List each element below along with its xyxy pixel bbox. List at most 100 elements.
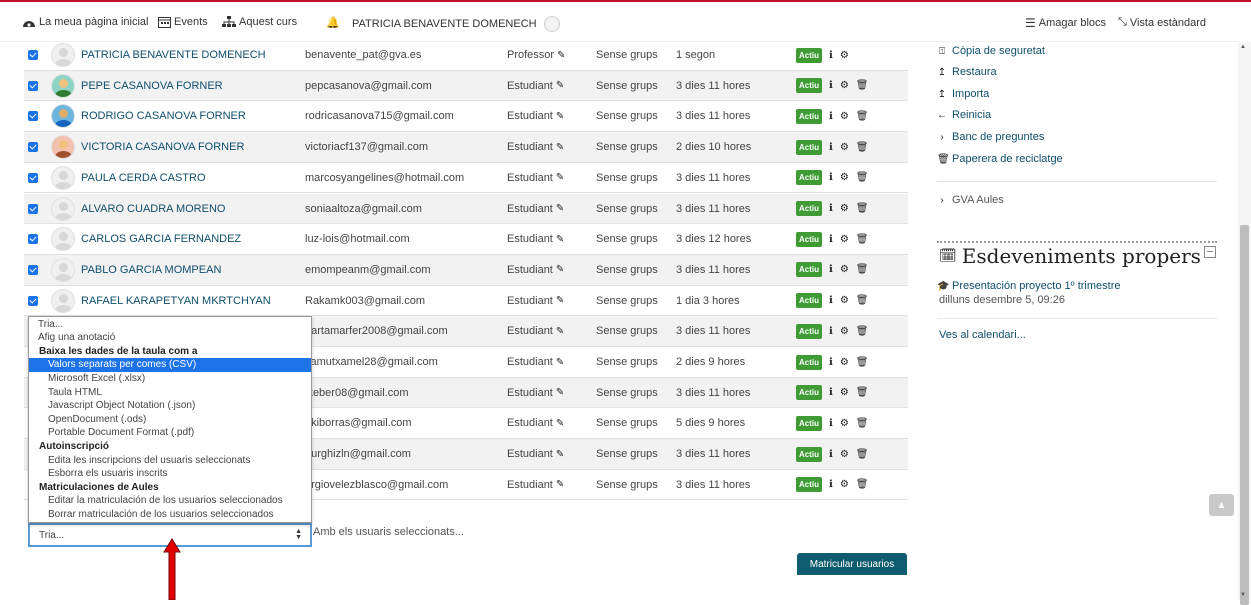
info-icon[interactable]: ℹ bbox=[829, 449, 833, 460]
participant-name[interactable]: VICTORIA CASANOVA FORNER bbox=[81, 132, 299, 162]
gear-icon[interactable]: ⚙ bbox=[840, 203, 849, 214]
participant-name[interactable]: CARLOS GARCIA FERNANDEZ bbox=[81, 224, 299, 254]
participant-role[interactable]: Estudiant ✎ bbox=[507, 255, 597, 285]
info-icon[interactable]: ℹ bbox=[829, 50, 833, 61]
enroll-users-button[interactable]: Matricular usuarios bbox=[797, 553, 907, 575]
info-icon[interactable]: ℹ bbox=[829, 387, 833, 398]
info-icon[interactable]: ℹ bbox=[829, 234, 833, 245]
sidebar-admin-item[interactable]: 🗑 Paperera de reciclatge bbox=[937, 153, 1063, 165]
gear-icon[interactable]: ⚙ bbox=[840, 295, 849, 306]
back-to-top-button[interactable]: ▲ bbox=[1209, 494, 1234, 516]
dropdown-option[interactable]: Borrar matriculación de los usuarios sel… bbox=[29, 508, 311, 522]
row-checkbox[interactable] bbox=[28, 286, 40, 316]
row-checkbox[interactable] bbox=[28, 224, 40, 254]
sidebar-admin-item[interactable]: ← Reinicia bbox=[937, 109, 991, 121]
dropdown-option[interactable]: Taula HTML bbox=[29, 386, 311, 400]
event-link[interactable]: 🎓 Presentación proyecto 1º trimestre bbox=[937, 280, 1120, 292]
pencil-icon[interactable]: ✎ bbox=[556, 203, 564, 214]
pencil-icon[interactable]: ✎ bbox=[556, 357, 564, 368]
participant-name[interactable]: PEPE CASANOVA FORNER bbox=[81, 71, 299, 101]
participant-name[interactable]: ALVARO CUADRA MORENO bbox=[81, 194, 299, 224]
info-icon[interactable]: ℹ bbox=[829, 418, 833, 429]
participant-name[interactable]: PATRICIA BENAVENTE DOMENECH bbox=[81, 40, 299, 70]
gear-icon[interactable]: ⚙ bbox=[840, 479, 849, 490]
pencil-icon[interactable]: ✎ bbox=[556, 387, 564, 398]
go-to-calendar-link[interactable]: Ves al calendari... bbox=[939, 329, 1026, 341]
gear-icon[interactable]: ⚙ bbox=[840, 264, 849, 275]
participant-role[interactable]: Estudiant ✎ bbox=[507, 378, 597, 408]
participant-role[interactable]: Estudiant ✎ bbox=[507, 439, 597, 469]
notifications-bell[interactable]: 🔔 bbox=[326, 16, 340, 29]
gear-icon[interactable]: ⚙ bbox=[840, 111, 849, 122]
pencil-icon[interactable]: ✎ bbox=[556, 295, 564, 306]
dropdown-option[interactable]: OpenDocument (.ods) bbox=[29, 413, 311, 427]
row-checkbox[interactable] bbox=[28, 132, 40, 162]
row-checkbox[interactable] bbox=[28, 255, 40, 285]
participant-role[interactable]: Professor ✎ bbox=[507, 40, 597, 70]
participant-role[interactable]: Estudiant ✎ bbox=[507, 316, 597, 346]
gva-aules-link[interactable]: › GVA Aules bbox=[937, 194, 1003, 206]
participant-name[interactable]: PAULA CERDA CASTRO bbox=[81, 163, 299, 193]
bulk-action-dropdown-list[interactable]: Tria... Afig una anotació Baixa les dades … bbox=[28, 316, 312, 523]
dropdown-option[interactable]: Microsoft Excel (.xlsx) bbox=[29, 372, 311, 386]
participant-role[interactable]: Estudiant ✎ bbox=[507, 194, 597, 224]
trash-icon[interactable]: 🗑 bbox=[856, 449, 869, 460]
trash-icon[interactable]: 🗑 bbox=[856, 295, 869, 306]
gear-icon[interactable]: ⚙ bbox=[840, 234, 849, 245]
pencil-icon[interactable]: ✎ bbox=[556, 479, 564, 490]
gear-icon[interactable]: ⚙ bbox=[840, 387, 849, 398]
row-checkbox[interactable] bbox=[28, 71, 40, 101]
pencil-icon[interactable]: ✎ bbox=[556, 80, 564, 91]
sidebar-admin-item[interactable]: ↥ Restaura bbox=[937, 66, 997, 78]
nav-events[interactable]: Events bbox=[158, 16, 208, 28]
row-checkbox[interactable] bbox=[28, 101, 40, 131]
gear-icon[interactable]: ⚙ bbox=[840, 50, 849, 61]
trash-icon[interactable]: 🗑 bbox=[856, 234, 869, 245]
user-menu[interactable]: PATRICIA BENAVENTE DOMENECH bbox=[352, 16, 560, 32]
participant-role[interactable]: Estudiant ✎ bbox=[507, 163, 597, 193]
hide-blocks-button[interactable]: ☰ Amagar blocs bbox=[1025, 16, 1106, 30]
participant-name[interactable]: RODRIGO CASANOVA FORNER bbox=[81, 101, 299, 131]
trash-icon[interactable]: 🗑 bbox=[856, 357, 869, 368]
pencil-icon[interactable]: ✎ bbox=[556, 326, 564, 337]
gear-icon[interactable]: ⚙ bbox=[840, 172, 849, 183]
dropdown-option[interactable]: Valors separats per comes (CSV) bbox=[29, 358, 311, 372]
dropdown-option[interactable]: Afig una anotació bbox=[29, 331, 311, 345]
nav-home[interactable]: La meua pàgina inicial bbox=[22, 16, 148, 28]
pencil-icon[interactable]: ✎ bbox=[556, 449, 564, 460]
info-icon[interactable]: ℹ bbox=[829, 203, 833, 214]
participant-role[interactable]: Estudiant ✎ bbox=[507, 71, 597, 101]
dropdown-option[interactable]: Portable Document Format (.pdf) bbox=[29, 426, 311, 440]
page-scrollbar[interactable]: ▲ ▼ bbox=[1238, 42, 1251, 605]
info-icon[interactable]: ℹ bbox=[829, 326, 833, 337]
row-checkbox[interactable] bbox=[28, 40, 40, 70]
participant-role[interactable]: Estudiant ✎ bbox=[507, 347, 597, 377]
pencil-icon[interactable]: ✎ bbox=[556, 418, 564, 429]
info-icon[interactable]: ℹ bbox=[829, 142, 833, 153]
participant-role[interactable]: Estudiant ✎ bbox=[507, 408, 597, 438]
sidebar-admin-item[interactable]: ↥ Importa bbox=[937, 88, 990, 100]
dropdown-option[interactable]: Esborra els usuaris inscrits bbox=[29, 467, 311, 481]
dropdown-option[interactable]: Editar la matriculación de los usuarios … bbox=[29, 494, 311, 508]
participant-name[interactable]: PABLO GARCIA MOMPEAN bbox=[81, 255, 299, 285]
nav-this-course[interactable]: Aquest curs bbox=[222, 16, 297, 28]
trash-icon[interactable]: 🗑 bbox=[856, 80, 869, 91]
scroll-up-icon[interactable]: ▲ bbox=[1240, 44, 1246, 50]
info-icon[interactable]: ℹ bbox=[829, 295, 833, 306]
trash-icon[interactable]: 🗑 bbox=[856, 264, 869, 275]
pencil-icon[interactable]: ✎ bbox=[556, 172, 564, 183]
pencil-icon[interactable]: ✎ bbox=[557, 50, 565, 61]
collapse-block-icon[interactable] bbox=[1204, 246, 1216, 258]
trash-icon[interactable]: 🗑 bbox=[856, 111, 869, 122]
gear-icon[interactable]: ⚙ bbox=[840, 418, 849, 429]
trash-icon[interactable]: 🗑 bbox=[856, 387, 869, 398]
trash-icon[interactable]: 🗑 bbox=[856, 142, 869, 153]
gear-icon[interactable]: ⚙ bbox=[840, 80, 849, 91]
dropdown-option[interactable]: Tria... bbox=[29, 318, 311, 332]
trash-icon[interactable]: 🗑 bbox=[856, 203, 869, 214]
pencil-icon[interactable]: ✎ bbox=[556, 264, 564, 275]
participant-role[interactable]: Estudiant ✎ bbox=[507, 132, 597, 162]
pencil-icon[interactable]: ✎ bbox=[556, 111, 564, 122]
participant-name[interactable]: RAFAEL KARAPETYAN MKRTCHYAN bbox=[81, 286, 299, 316]
info-icon[interactable]: ℹ bbox=[829, 111, 833, 122]
